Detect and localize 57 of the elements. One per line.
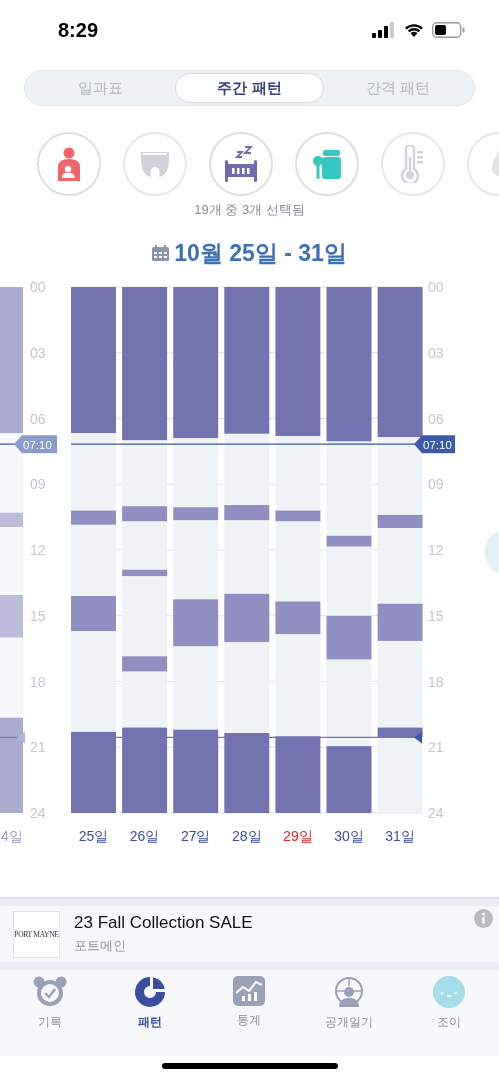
- day-label: 27일: [180, 828, 211, 844]
- hour-axis-label: 09: [30, 476, 46, 493]
- ad-title: 23 Fall Collection SALE: [74, 913, 253, 933]
- hour-axis-label: 15: [30, 607, 46, 624]
- hour-axis-label: 12: [30, 542, 46, 558]
- marker-arrow-icon: [17, 731, 25, 744]
- hour-axis-label: 00: [30, 280, 46, 295]
- hour-axis-label: 12: [428, 542, 444, 558]
- hour-axis-label: 18: [30, 673, 46, 690]
- hour-axis-label: 24: [30, 805, 46, 821]
- globe-person-icon: [333, 976, 366, 1008]
- view-tab[interactable]: 일과표: [27, 73, 175, 103]
- advertiser-name: 포트메인: [74, 937, 127, 955]
- hour-axis-label: 24: [428, 805, 444, 821]
- alarm-clock-icon: [32, 976, 67, 1008]
- day-label: 4일: [1, 828, 23, 844]
- day-label: 28일: [232, 828, 262, 844]
- ref-line-label: 07:10: [423, 438, 452, 451]
- nav-tab[interactable]: 통계: [199, 976, 300, 1056]
- hour-axis-label: 06: [30, 410, 46, 427]
- nav-tab[interactable]: 기록: [0, 976, 100, 1056]
- hour-axis-label: 18: [428, 673, 444, 690]
- pie-chart-icon: [133, 976, 166, 1008]
- signal-icon: [372, 22, 396, 38]
- day-label: 25일: [78, 828, 109, 844]
- hour-axis-label: 00: [428, 280, 444, 295]
- hour-axis-label: 06: [428, 410, 444, 427]
- jar-and-spoon-icon: [311, 147, 343, 181]
- nav-tab[interactable]: 공개일기: [299, 976, 400, 1056]
- crib-icon: [223, 146, 259, 182]
- wifi-icon: [403, 22, 425, 38]
- marker-arrow-icon: [414, 731, 422, 744]
- selection-count-text: 19개 중 3개 선택됨: [193, 202, 306, 218]
- battery-icon: [432, 22, 465, 38]
- day-label: 31일: [385, 828, 415, 844]
- hour-axis-label: 09: [428, 476, 444, 493]
- nav-tab[interactable]: 패턴: [99, 976, 200, 1056]
- calendar-icon: [152, 245, 170, 261]
- info-icon[interactable]: [474, 909, 493, 928]
- hour-axis-label: 21: [30, 739, 46, 756]
- status-time: 8:29: [58, 18, 99, 42]
- character-icon: [433, 976, 466, 1008]
- nav-tab[interactable]: 조이: [399, 976, 499, 1056]
- hour-axis-label: 21: [428, 739, 444, 756]
- view-tab[interactable]: 간격 패턴: [324, 73, 472, 103]
- day-label: 30일: [334, 828, 364, 844]
- thermometer-icon: [400, 145, 426, 183]
- date-range-title: 10월 25일 - 31일: [174, 238, 347, 268]
- day-label: 26일: [129, 828, 160, 844]
- hour-axis-label: 15: [428, 607, 444, 624]
- day-label: 29일: [283, 828, 313, 844]
- diaper-icon: [139, 149, 171, 179]
- hour-axis-label: 03: [428, 344, 444, 361]
- view-tab[interactable]: 주간 패턴: [174, 73, 325, 103]
- hour-axis-label: 03: [30, 344, 46, 361]
- chart-icon: [233, 976, 266, 1006]
- time-tag: 07:10: [14, 435, 57, 454]
